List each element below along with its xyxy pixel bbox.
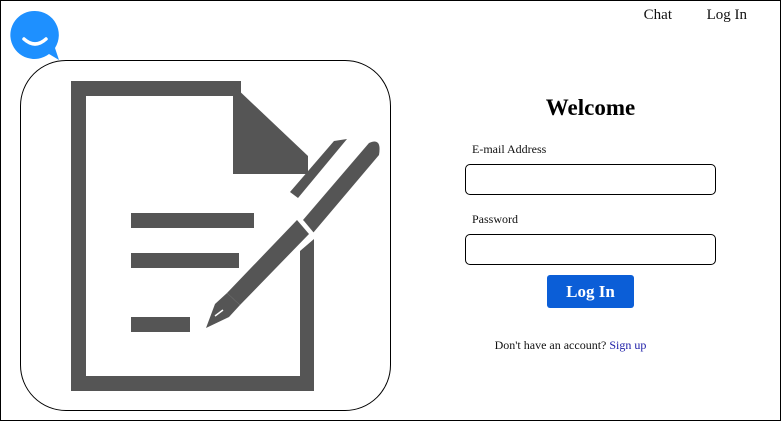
signup-row: Don't have an account? Sign up (465, 338, 676, 353)
chat-bubble-logo-icon[interactable] (9, 9, 61, 61)
signup-link[interactable]: Sign up (609, 338, 646, 352)
email-field[interactable] (465, 164, 716, 195)
password-field[interactable] (465, 234, 716, 265)
login-button[interactable]: Log In (547, 275, 634, 308)
email-label: E-mail Address (472, 142, 547, 156)
document-with-pen-icon (71, 81, 380, 391)
password-label: Password (472, 212, 519, 226)
welcome-heading: Welcome (545, 95, 636, 120)
nav-chat-link[interactable]: Chat (644, 7, 672, 24)
hero-illustration-card (20, 60, 391, 411)
signup-prompt: Don't have an account? (494, 338, 607, 352)
nav-login-link[interactable]: Log In (707, 7, 747, 24)
